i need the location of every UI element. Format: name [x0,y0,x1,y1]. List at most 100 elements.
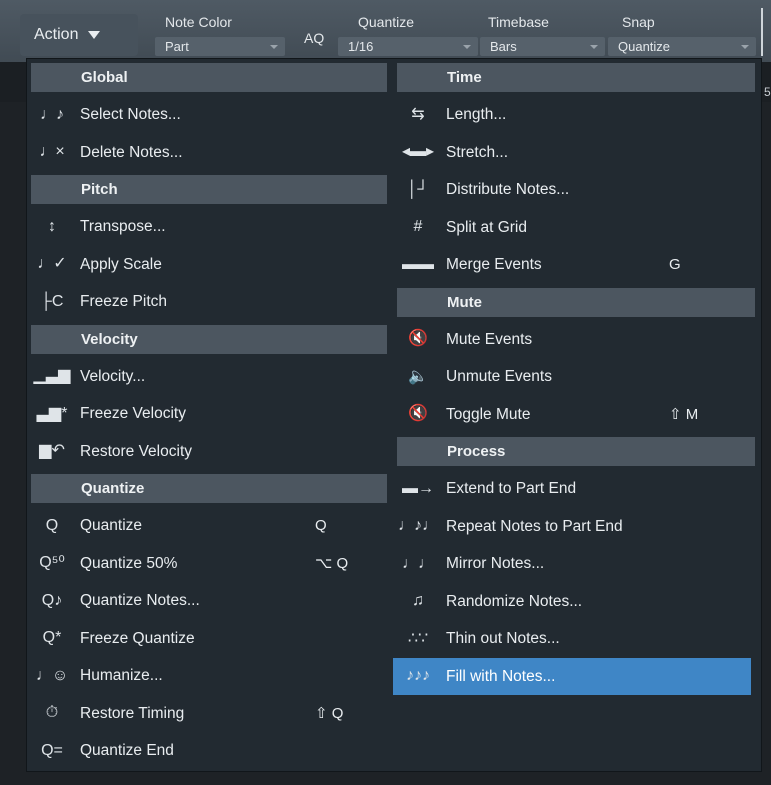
menu-item-label: Humanize... [80,667,163,684]
notes-delete-icon: ♩× [39,143,65,161]
section-header-time: Time [397,63,755,92]
section-header-pitch: Pitch [31,175,387,204]
menu-item-label: Restore Timing [80,704,185,722]
menu-item-label: Randomize Notes... [446,592,583,610]
quantize-end-icon: Q= [41,741,63,759]
section-header-mute: Mute [397,287,755,317]
auto-quantize-toggle[interactable]: AQ [304,30,324,46]
menu-item-label: Freeze Pitch [80,293,168,310]
shortcut-hint: Q [315,517,327,534]
menu-item-transpose[interactable]: ↕ Transpose... [27,208,391,246]
split-grid-icon: # [413,218,423,236]
action-label: Action [34,26,79,43]
menu-item-label: Unmute Events [446,368,552,385]
menu-item-label: Stretch... [446,143,509,161]
menu-item-stretch[interactable]: ◂▬▸ Stretch... [393,134,759,172]
shortcut-hint: G [669,256,681,273]
note-color-label: Note Color [165,14,232,30]
section-header-process: Process [397,437,755,466]
editor-toolbar: Action Note Color Part AQ Quantize 1/16 … [0,0,771,63]
timebase-value: Bars [490,39,517,54]
note-color-dropdown[interactable]: Part [155,37,285,56]
menu-item-length[interactable]: ⇆ Length... [393,96,759,134]
menu-item-freeze-quantize[interactable]: Q* Freeze Quantize [27,620,391,658]
menu-item-extend-to-part-end[interactable]: ▬→ Extend to Part End [393,470,759,508]
menu-item-label: Fill with Notes... [446,667,556,685]
menu-item-split-at-grid[interactable]: # Split at Grid [393,209,759,247]
chevron-down-icon [270,45,278,49]
notes-select-icon: ♩♪ [40,105,64,123]
menu-item-label: Toggle Mute [446,405,531,423]
menu-item-label: Thin out Notes... [446,630,560,647]
transpose-icon: ↕ [48,217,56,235]
timebase-dropdown[interactable]: Bars [480,37,605,56]
timebase-label: Timebase [488,14,549,30]
menu-item-distribute-notes[interactable]: │┘ Distribute Notes... [393,171,759,209]
menu-item-merge-events[interactable]: ▬▬ Merge Events G [393,246,759,284]
unmute-speaker-icon: 🔈 [408,367,428,385]
menu-item-select-notes[interactable]: ♩♪ Select Notes... [27,96,391,134]
menu-item-label: Mirror Notes... [446,555,545,572]
apply-scale-icon: ♩✓ [37,255,67,273]
menu-item-mute-events[interactable]: 🔇 Mute Events [393,321,759,359]
action-menu-button[interactable]: Action [20,14,138,56]
menu-item-unmute-events[interactable]: 🔈 Unmute Events [393,358,759,396]
menu-item-label: Extend to Part End [446,480,577,497]
menu-item-quantize-end[interactable]: Q= Quantize End [27,732,391,770]
menu-item-freeze-pitch[interactable]: ├C Freeze Pitch [27,283,391,321]
menu-item-label: Apply Scale [80,255,162,273]
extend-part-end-icon: ▬→ [402,479,434,497]
length-icon: ⇆ [411,105,425,123]
menu-item-label: Quantize Notes... [80,592,200,609]
menu-item-label: Mute Events [446,330,533,348]
menu-item-randomize-notes[interactable]: ♫ Randomize Notes... [393,583,759,621]
chevron-down-icon [88,31,101,39]
action-menu: Global ♩♪ Select Notes... ♩× Delete Notes...… [26,58,762,772]
menu-item-quantize-notes[interactable]: Q♪ Quantize Notes... [27,582,391,620]
menu-item-apply-scale[interactable]: ♩✓ Apply Scale [27,246,391,284]
menu-item-restore-velocity[interactable]: ▆↶ Restore Velocity [27,433,391,471]
freeze-velocity-icon: ▃▆* [36,404,68,422]
menu-item-label: Freeze Quantize [80,629,195,647]
chevron-down-icon [741,45,749,49]
chevron-down-icon [463,45,471,49]
section-header-quantize: Quantize [31,474,387,503]
menu-item-velocity[interactable]: ▁▃▆ Velocity... [27,358,391,396]
note-color-value: Part [165,39,189,54]
quantize-dropdown[interactable]: 1/16 [338,37,478,56]
menu-item-humanize[interactable]: ♩☺ Humanize... [27,657,391,695]
menu-item-freeze-velocity[interactable]: ▃▆* Freeze Velocity [27,395,391,433]
menu-item-label: Merge Events [446,256,542,273]
shortcut-hint: ⇧ Q [315,704,344,722]
mute-speaker-icon: 🔇 [408,330,428,348]
menu-item-restore-timing[interactable]: ⏱ Restore Timing ⇧ Q [27,695,391,733]
restore-timing-icon: ⏱ [45,704,59,722]
snap-dropdown[interactable]: Quantize [608,37,756,56]
chevron-down-icon [590,45,598,49]
quantize-value: 1/16 [348,39,374,54]
velocity-bars-icon: ▁▃▆ [33,367,71,385]
distribute-notes-icon: │┘ [407,180,429,198]
restore-velocity-icon: ▆↶ [39,442,65,460]
menu-item-label: Restore Velocity [80,442,192,460]
quantize-notes-icon: Q♪ [41,591,63,609]
quantize-label: Quantize [358,14,415,30]
menu-item-repeat-notes-to-part-end[interactable]: ♩♪♩ Repeat Notes to Part End [393,508,759,546]
menu-item-quantize[interactable]: Q Quantize Q [27,507,391,545]
fill-notes-icon: ♪♪♪ [406,667,430,685]
menu-item-mirror-notes[interactable]: ♩♩ Mirror Notes... [393,545,759,583]
shortcut-hint: ⌥ Q [315,554,349,572]
section-header-velocity: Velocity [31,324,387,354]
menu-item-label: Distribute Notes... [446,181,570,198]
shortcut-hint: ⇧ M [669,405,699,423]
freeze-quantize-icon: Q* [42,629,62,647]
menu-item-label: Split at Grid [446,218,527,236]
menu-item-thin-out-notes[interactable]: ∴∵ Thin out Notes... [393,620,759,658]
menu-item-fill-with-notes[interactable]: ♪♪♪ Fill with Notes... [393,657,751,695]
menu-item-toggle-mute[interactable]: 🔇 Toggle Mute ⇧ M [393,396,759,434]
snap-label: Snap [622,14,655,30]
toolbar-divider [761,8,763,56]
menu-item-delete-notes[interactable]: ♩× Delete Notes... [27,134,391,172]
thin-out-notes-icon: ∴∵ [407,629,429,647]
menu-item-quantize-50[interactable]: Q⁵⁰ Quantize 50% ⌥ Q [27,545,391,583]
